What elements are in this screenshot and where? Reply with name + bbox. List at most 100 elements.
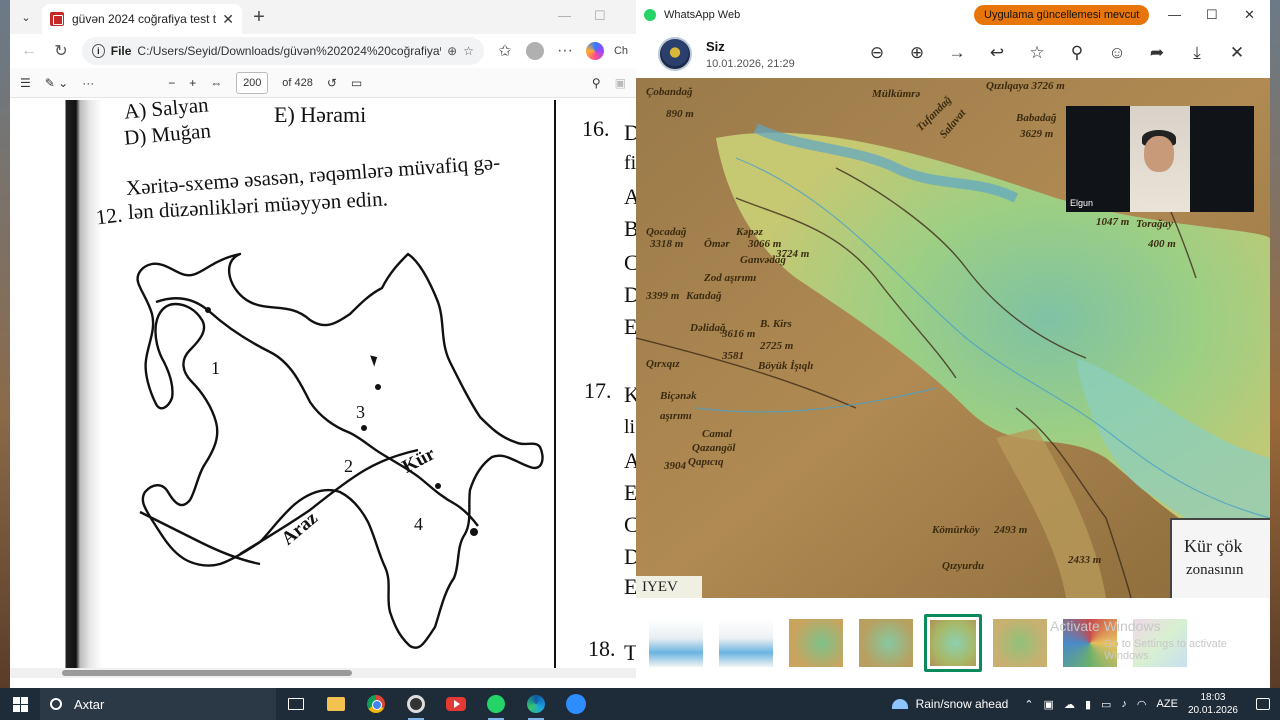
page-view-icon[interactable]: ▭ [351, 76, 362, 90]
map-zone-caption: Kür çök zonasının [1170, 518, 1270, 598]
video-call-camera-tile[interactable]: Elgun [1066, 106, 1254, 212]
taskbar-search[interactable]: Axtar [40, 688, 276, 720]
task-view-icon [288, 698, 304, 710]
map-label: Çobandağ [646, 86, 693, 98]
youtube-button[interactable] [436, 688, 476, 720]
map-label: 2725 m [760, 340, 794, 352]
pin-icon[interactable]: ⚲ [1066, 42, 1088, 64]
media-thumbnail-selected[interactable] [924, 614, 982, 672]
pdf-file-icon [50, 12, 64, 26]
map-label: B. Kirs [760, 318, 792, 330]
zoom-icon[interactable]: ⊕ [447, 44, 457, 58]
copilot-icon[interactable] [585, 42, 604, 60]
map-label: 3318 m [650, 238, 684, 250]
maximize-icon[interactable]: ☐ [594, 8, 606, 24]
zoom-out-icon[interactable]: ⊖ [866, 42, 888, 64]
media-thumbnail[interactable] [988, 614, 1052, 672]
minimize-icon[interactable]: — [1168, 7, 1181, 22]
download-icon[interactable]: ⤓ [1186, 42, 1208, 64]
volume-icon[interactable]: ♪ [1121, 698, 1127, 710]
star-icon[interactable]: ☆ [1026, 42, 1048, 64]
refresh-icon[interactable]: ↻ [50, 41, 72, 61]
new-tab-button[interactable]: + [242, 6, 276, 29]
url-scheme: File [110, 44, 132, 58]
go-to-message-icon[interactable]: → [946, 42, 968, 64]
participant-name: Elgun [1070, 198, 1094, 208]
draw-icon[interactable]: ✎ ⌄ [45, 76, 68, 90]
page-total: of 428 [282, 76, 313, 89]
clock[interactable]: 18:03 20.01.2026 [1188, 691, 1238, 717]
activate-windows-watermark: Activate Windows [1050, 618, 1161, 634]
reply-icon[interactable]: ↩ [986, 42, 1008, 64]
favorites-icon[interactable]: ✩ [494, 41, 516, 61]
scan-binding-edge [10, 100, 102, 678]
more-tools-icon[interactable]: ··· [82, 76, 94, 90]
forward-icon[interactable]: ➦ [1146, 42, 1168, 64]
zoom-out-icon[interactable]: − [168, 76, 175, 90]
info-icon[interactable]: i [92, 44, 105, 58]
rotate-icon[interactable]: ↺ [327, 76, 337, 90]
maximize-icon[interactable]: ☐ [1206, 7, 1218, 23]
weather-widget[interactable]: Rain/snow ahead [891, 697, 1008, 711]
pdf-page-view[interactable]: A) Salyan D) Muğan E) Hərami 12. Xəritə-… [10, 100, 636, 678]
tray-app-icon[interactable]: ▣ [1044, 698, 1054, 711]
contents-icon[interactable]: ☰ [20, 76, 31, 90]
participant-face [1144, 136, 1174, 172]
right-letter: C [624, 512, 636, 537]
zoom-in-icon[interactable]: + [189, 76, 196, 90]
sender-name: Siz [706, 38, 725, 54]
media-thumbnail[interactable] [714, 614, 778, 672]
close-icon[interactable]: ✕ [1244, 7, 1255, 23]
file-explorer-button[interactable] [316, 688, 356, 720]
tab-close-icon[interactable]: ✕ [222, 11, 234, 28]
notification-center-icon[interactable] [1256, 698, 1270, 710]
map-label-2: 2 [344, 456, 353, 476]
horizontal-scrollbar[interactable] [10, 668, 636, 678]
page-number-input[interactable]: 200 [236, 71, 269, 94]
start-button[interactable] [0, 696, 40, 712]
react-emoji-icon[interactable]: ☺ [1106, 42, 1128, 64]
profile-avatar[interactable] [525, 42, 544, 60]
copilot-label: Ch [613, 45, 628, 57]
minimize-icon[interactable]: — [558, 8, 571, 23]
task-view-button[interactable] [276, 688, 316, 720]
map-label-4: 4 [414, 514, 423, 534]
zoom-in-icon[interactable]: ⊕ [906, 42, 928, 64]
media-thumbnail[interactable] [644, 614, 708, 672]
question-17-number: 17. [584, 378, 612, 403]
media-thumbnail[interactable] [784, 614, 848, 672]
close-viewer-icon[interactable]: ✕ [1226, 42, 1248, 64]
fit-page-icon[interactable]: ⇔ [210, 76, 222, 90]
usb-icon[interactable]: ▮ [1085, 698, 1091, 711]
language-indicator[interactable]: AZE [1157, 698, 1178, 710]
right-letter: E [624, 574, 636, 599]
more-menu-icon[interactable]: ··· [554, 42, 576, 60]
edge-button[interactable] [516, 688, 556, 720]
chrome-button[interactable] [356, 688, 396, 720]
back-arrow-icon[interactable]: ← [18, 42, 40, 60]
zone-caption-line-1: Kür çök [1184, 536, 1243, 556]
url-field[interactable]: i File C:/Users/Seyid/Downloads/güvən%20… [82, 37, 484, 65]
sender-avatar[interactable] [658, 37, 692, 71]
onedrive-icon[interactable]: ☁ [1064, 698, 1075, 711]
wifi-icon[interactable]: ◠ [1137, 698, 1147, 711]
save-icon[interactable]: ▣ [615, 76, 626, 90]
favorite-star-icon[interactable]: ☆ [463, 44, 474, 58]
chrome-icon [367, 695, 385, 713]
physical-map-image[interactable]: Çobandağ 890 m Qızılqaya 3726 m Babadağ … [636, 78, 1270, 598]
zoom-app-icon [566, 694, 586, 714]
search-icon[interactable]: ⚲ [592, 76, 601, 90]
show-hidden-icons-chevron[interactable]: ⌃ [1024, 698, 1033, 711]
tab-actions-menu-button[interactable]: ⌄ [10, 0, 42, 34]
whatsapp-button[interactable] [476, 688, 516, 720]
snipping-tool-button[interactable] [396, 688, 436, 720]
battery-icon[interactable]: ▭ [1101, 698, 1111, 711]
zoom-app-button[interactable] [556, 688, 596, 720]
tab-active-pdf[interactable]: güvən 2024 coğrafiya test toplusu ✕ [42, 4, 242, 34]
update-available-button[interactable]: Uygulama güncellemesi mevcut [974, 5, 1150, 25]
right-letter: B [624, 216, 636, 241]
app-title: WhatsApp Web [664, 9, 741, 21]
whatsapp-web-window: WhatsApp Web Uygulama güncellemesi mevcu… [636, 0, 1270, 688]
media-thumbnail[interactable] [854, 614, 918, 672]
scrollbar-thumb[interactable] [62, 670, 352, 676]
